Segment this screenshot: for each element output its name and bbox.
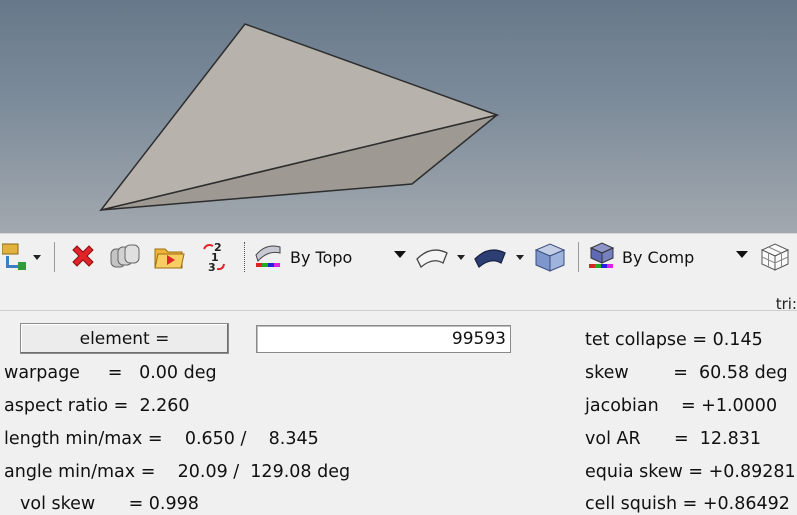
wireframe-surface-icon[interactable]	[414, 234, 454, 280]
toolbar-separator	[244, 242, 246, 272]
model-tree-dropdown-arrow[interactable]	[31, 234, 43, 280]
toolbar-separator	[54, 242, 55, 272]
topo-color-mode-combo[interactable]: By Topo	[254, 243, 410, 271]
shaded-surface-icon[interactable]	[472, 234, 512, 280]
cell-squish-value: cell squish = +0.86492	[585, 494, 790, 514]
wireframe-dropdown-arrow[interactable]	[455, 234, 467, 280]
graphics-viewport[interactable]	[0, 0, 797, 233]
organize-folder-icon[interactable]	[150, 234, 188, 280]
tet-element-render	[99, 23, 500, 212]
model-tree-icon[interactable]	[0, 234, 30, 280]
svg-text:3: 3	[208, 261, 216, 274]
jacobian-value: jacobian = +1.0000	[585, 396, 778, 416]
delete-icon[interactable]	[66, 234, 100, 280]
equia-skew-value: equia skew = +0.89281	[585, 462, 796, 482]
element-select-button[interactable]: element =	[20, 323, 229, 354]
renumber-icon[interactable]: 2 1 3	[198, 234, 232, 280]
vol-ar-value: vol AR = 12.831	[585, 429, 762, 449]
element-check-panel: element = warpage = 0.00 deg aspect rati…	[0, 311, 797, 514]
warpage-value: warpage = 0.00 deg	[4, 363, 217, 383]
solid-cube-icon[interactable]	[530, 234, 570, 280]
comp-combo-label: By Comp	[622, 247, 695, 267]
tet-collapse-value: tet collapse = 0.145	[585, 330, 763, 350]
aspect-ratio-value: aspect ratio = 2.260	[4, 396, 190, 416]
shaded-dropdown-arrow[interactable]	[514, 234, 526, 280]
topo-combo-arrow[interactable]	[394, 251, 406, 258]
length-min-max-value: length min/max = 0.650 / 8.345	[4, 429, 319, 449]
comp-color-icon	[588, 241, 616, 273]
skew-value: skew = 60.58 deg	[585, 363, 788, 383]
display-toolbar: 2 1 3 By Topo By Comp	[0, 233, 797, 280]
element-id-input[interactable]	[256, 325, 511, 353]
vol-skew-value: vol skew = 0.998	[20, 494, 199, 514]
comp-combo-arrow[interactable]	[736, 251, 748, 258]
topo-combo-label: By Topo	[290, 247, 353, 267]
panel-tab-strip: tri:	[0, 280, 797, 313]
angle-min-max-value: angle min/max = 20.09 / 129.08 deg	[4, 462, 351, 482]
wireframe-cube-icon[interactable]	[756, 234, 794, 280]
mask-elements-icon[interactable]	[106, 234, 144, 280]
comp-color-mode-combo[interactable]: By Comp	[588, 241, 752, 273]
toolbar-separator	[578, 242, 579, 272]
topo-surface-icon	[254, 241, 284, 273]
